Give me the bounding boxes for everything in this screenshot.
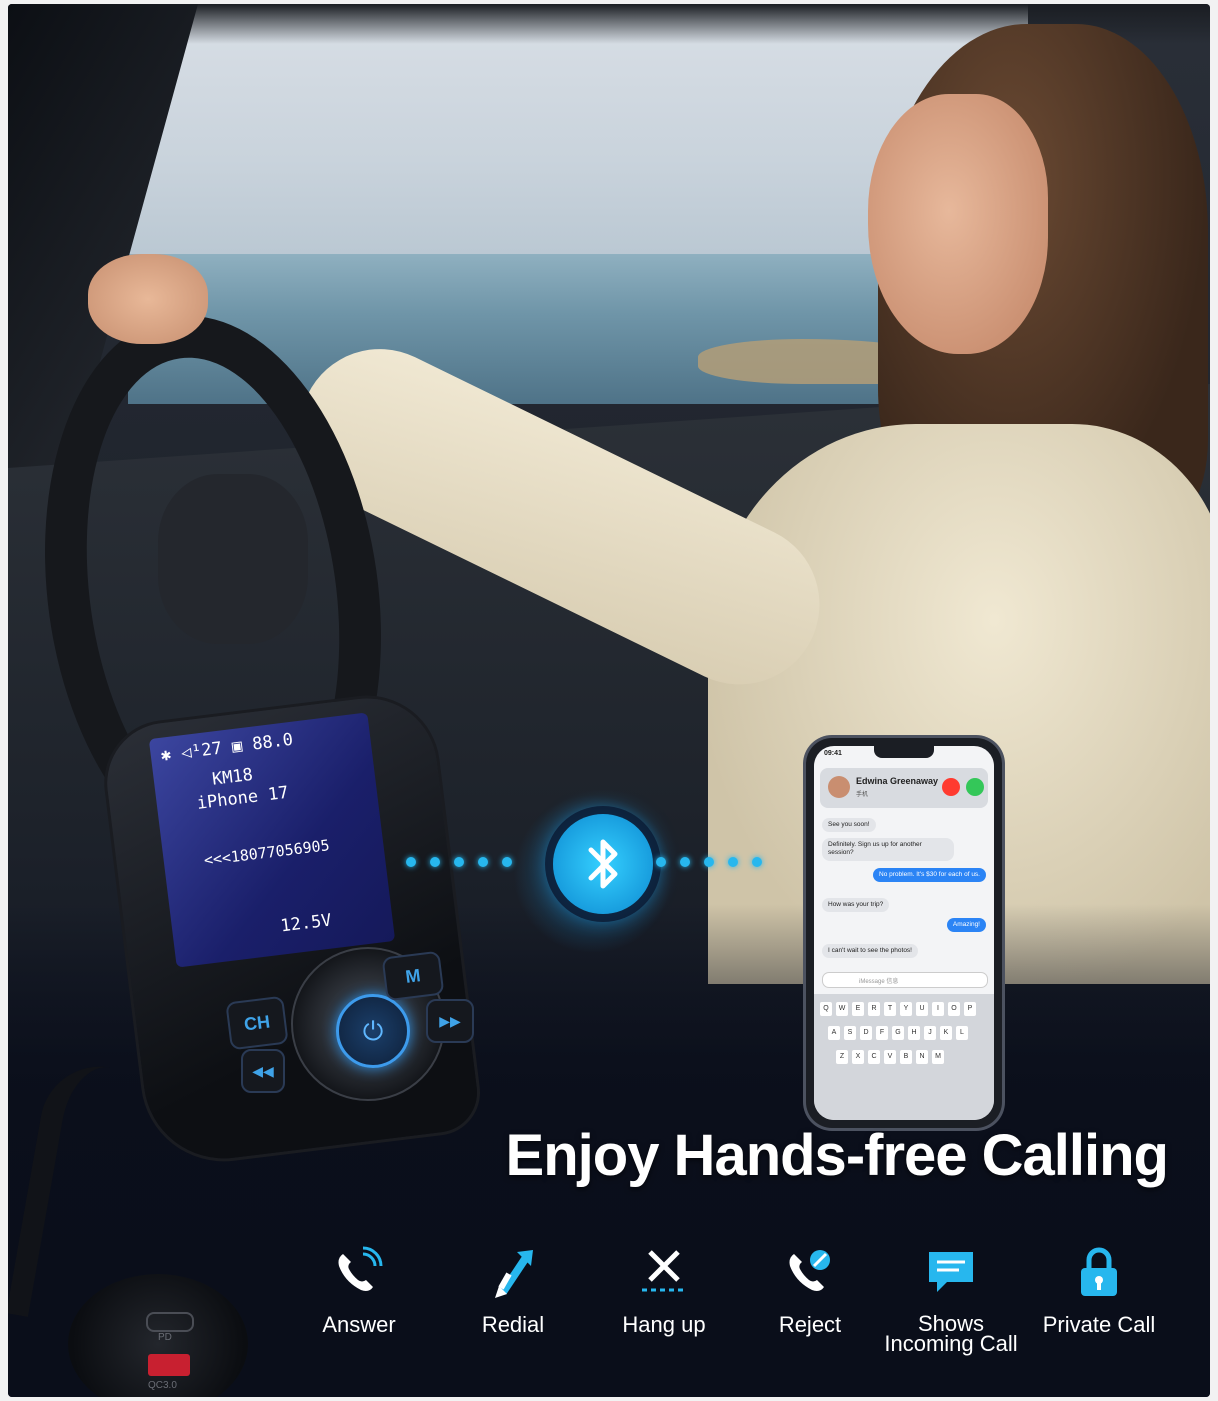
phone-reject-icon [789, 1250, 830, 1291]
redial-arrows-icon [495, 1250, 533, 1298]
feature-private: Private Call [1024, 1244, 1174, 1336]
feature-private-label: Private Call [1042, 1312, 1156, 1337]
feature-incoming-label: Shows Incoming Call [884, 1311, 1018, 1356]
feature-incoming: Shows Incoming Call [876, 1244, 1026, 1356]
feature-answer: Answer [284, 1244, 434, 1336]
feature-redial: Redial [438, 1244, 588, 1336]
hero-photo: PD QC3.0 ✱ ◁¹27 ▣ 88.0 KM18 iPhone 17 <<… [8, 4, 1210, 1397]
feature-reject: Reject [735, 1244, 885, 1336]
feature-row: Answer Redial Hang up Reject Shows Incom… [8, 4, 1210, 1397]
hang-up-x-icon [642, 1250, 686, 1292]
message-display-icon [929, 1252, 973, 1292]
padlock-icon [1081, 1247, 1117, 1296]
feature-hangup-label: Hang up [622, 1312, 706, 1337]
feature-hangup: Hang up [589, 1244, 739, 1336]
feature-reject-label: Reject [778, 1312, 842, 1337]
phone-answer-icon [338, 1246, 383, 1291]
feature-answer-label: Answer [322, 1312, 396, 1337]
feature-redial-label: Redial [481, 1312, 545, 1337]
